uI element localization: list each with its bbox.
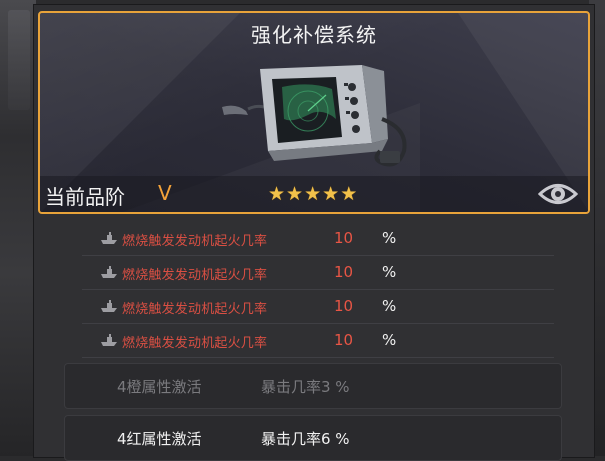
bonus-effect: 暴击几率6 % xyxy=(261,430,350,448)
stat-value: 10 xyxy=(334,297,354,315)
radar-display-icon xyxy=(222,65,407,167)
bonus-name: 4红属性激活 xyxy=(117,430,202,448)
stat-value: 10 xyxy=(334,229,354,247)
ship-icon xyxy=(101,266,117,278)
star-icon: ★ xyxy=(322,183,340,205)
stat-value: 10 xyxy=(334,331,354,349)
stat-name: 燃烧触发发动机起火几率 xyxy=(122,336,268,351)
stat-unit: % xyxy=(382,263,397,281)
item-header-card: 强化补偿系统 当前品阶 V ★ ★ ★ ★ ★ xyxy=(38,11,590,214)
panel-title: 强化补偿系统 xyxy=(251,23,377,47)
grade-value: V xyxy=(158,181,172,205)
stat-name: 燃烧触发发动机起火几率 xyxy=(122,268,268,283)
grade-bar: 当前品阶 V ★ ★ ★ ★ ★ xyxy=(40,176,588,212)
star-icon: ★ xyxy=(304,183,322,205)
star-icon: ★ xyxy=(340,183,358,205)
stat-row: 燃烧触发发动机起火几率 10 % xyxy=(82,325,554,358)
set-bonus-red: 4红属性激活 暴击几率6 % xyxy=(64,415,562,461)
eye-icon[interactable] xyxy=(538,179,578,209)
stat-row: 燃烧触发发动机起火几率 10 % xyxy=(82,257,554,290)
stat-row: 燃烧触发发动机起火几率 10 % xyxy=(82,223,554,256)
ship-icon xyxy=(101,232,117,244)
stat-name: 燃烧触发发动机起火几率 xyxy=(122,302,268,317)
grade-label: 当前品阶 xyxy=(45,185,125,209)
bonus-effect: 暴击几率3 % xyxy=(261,378,350,396)
star-rating: ★ ★ ★ ★ ★ xyxy=(268,184,357,204)
stat-row: 燃烧触发发动机起火几率 10 % xyxy=(82,291,554,324)
stat-unit: % xyxy=(382,331,397,349)
stat-unit: % xyxy=(382,229,397,247)
stat-value: 10 xyxy=(334,263,354,281)
set-bonus-orange: 4橙属性激活 暴击几率3 % xyxy=(64,363,562,409)
ship-icon xyxy=(101,300,117,312)
stat-name: 燃烧触发发动机起火几率 xyxy=(122,234,268,249)
background-left-edge xyxy=(0,0,36,456)
ship-icon xyxy=(101,334,117,346)
star-icon: ★ xyxy=(286,183,304,205)
bonus-name: 4橙属性激活 xyxy=(117,378,202,396)
stat-unit: % xyxy=(382,297,397,315)
enhancement-compensation-panel: 强化补偿系统 当前品阶 V ★ ★ ★ ★ ★ 燃烧触发发动机起火几率 10 %… xyxy=(33,4,595,461)
star-icon: ★ xyxy=(268,183,286,205)
